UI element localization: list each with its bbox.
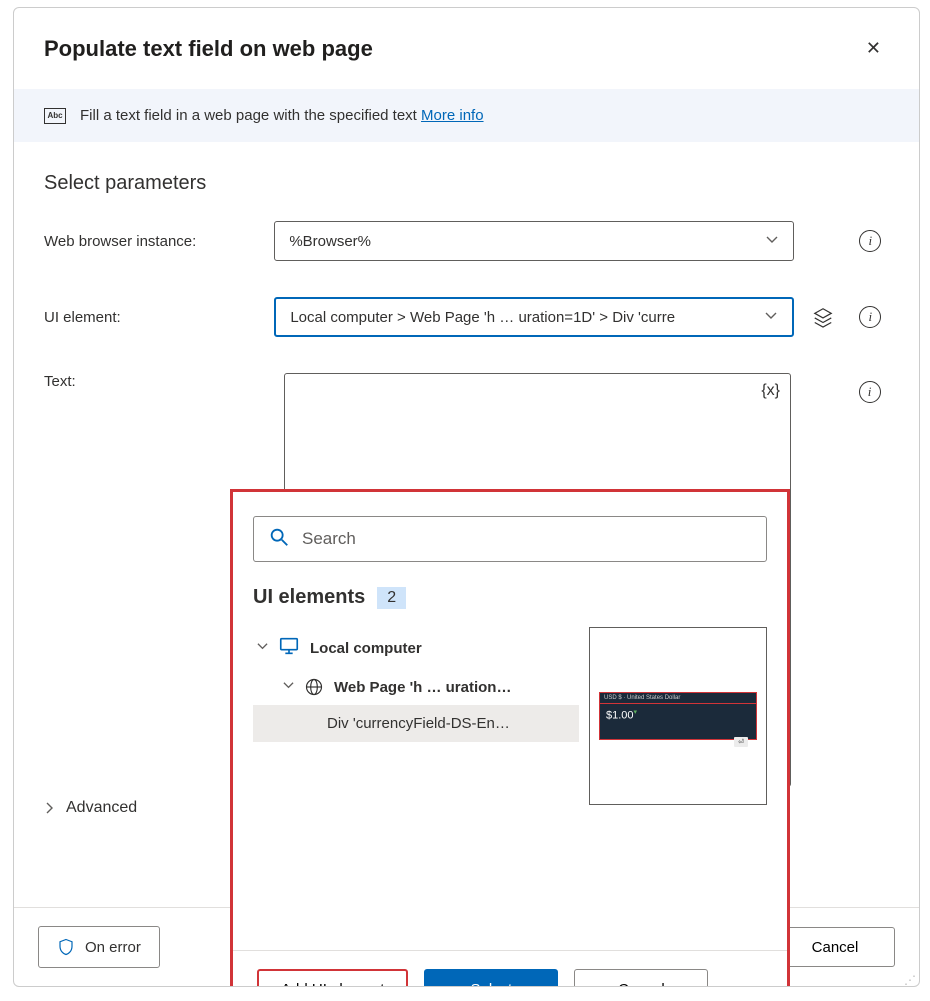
globe-icon — [304, 677, 324, 697]
section-heading: Select parameters — [44, 172, 889, 195]
more-info-link[interactable]: More info — [421, 107, 484, 124]
param-label: Web browser instance: — [44, 233, 264, 250]
select-button[interactable]: Select — [424, 969, 558, 987]
preview-thumbnail: USD $ · United States Dollar $1.00▾ ⏎ — [599, 692, 757, 740]
chevron-down-icon[interactable] — [283, 680, 294, 694]
close-icon[interactable]: ✕ — [858, 30, 889, 67]
info-icon[interactable]: i — [859, 306, 881, 328]
search-input[interactable]: Search — [253, 516, 767, 562]
advanced-toggle[interactable]: Advanced — [44, 799, 137, 817]
layers-icon[interactable] — [804, 306, 841, 328]
cancel-button[interactable]: Cancel — [775, 927, 895, 967]
preview-amount: $1.00▾ — [600, 704, 756, 726]
tree-leaf-label: Div 'currencyField-DS-En… — [327, 715, 510, 732]
search-placeholder: Search — [302, 529, 356, 549]
ui-element-tree: Local computer Web Page 'h … uration… Di… — [253, 627, 579, 742]
tree-root[interactable]: Local computer — [253, 627, 579, 669]
popup-cancel-button[interactable]: Cancel — [574, 969, 708, 987]
chevron-right-icon — [44, 802, 56, 814]
advanced-label: Advanced — [66, 799, 137, 817]
dialog: Populate text field on web page ✕ Abc Fi… — [13, 7, 920, 987]
tree-page-label: Web Page 'h … uration… — [334, 679, 511, 696]
variable-picker-icon[interactable]: {x} — [761, 382, 780, 400]
keyboard-icon: ⏎ — [734, 737, 748, 747]
popup-footer: Add UI element Select Cancel — [253, 951, 767, 987]
banner-text: Fill a text field in a web page with the… — [80, 107, 484, 124]
preview-caption: USD $ · United States Dollar — [600, 693, 756, 704]
tree-leaf[interactable]: Div 'currencyField-DS-En… — [253, 705, 579, 742]
monitor-icon — [278, 635, 300, 661]
on-error-label: On error — [85, 939, 141, 956]
info-icon[interactable]: i — [859, 230, 881, 252]
param-ui-row: UI element: Local computer > Web Page 'h… — [44, 297, 889, 337]
ui-element-value: Local computer > Web Page 'h … uration=1… — [290, 309, 675, 326]
dialog-body: Select parameters Web browser instance: … — [14, 142, 919, 907]
element-preview: USD $ · United States Dollar $1.00▾ ⏎ — [589, 627, 767, 805]
resize-grip-icon[interactable]: ⋰ — [904, 977, 916, 983]
chevron-down-icon — [764, 309, 778, 326]
browser-value: %Browser% — [289, 233, 371, 250]
browser-dropdown[interactable]: %Browser% — [274, 221, 794, 261]
tree-root-label: Local computer — [310, 640, 422, 657]
info-banner: Abc Fill a text field in a web page with… — [14, 89, 919, 142]
dialog-title: Populate text field on web page — [44, 36, 373, 62]
ui-element-picker-popup: Search UI elements 2 Local computer — [230, 489, 790, 987]
param-label: UI element: — [44, 309, 264, 326]
ui-element-dropdown[interactable]: Local computer > Web Page 'h … uration=1… — [274, 297, 794, 337]
dialog-header: Populate text field on web page ✕ — [14, 8, 919, 89]
ui-elements-heading: UI elements 2 — [253, 586, 767, 609]
chevron-down-icon — [765, 233, 779, 250]
chevron-down-icon[interactable] — [257, 641, 268, 655]
tree-page[interactable]: Web Page 'h … uration… — [253, 669, 579, 705]
count-badge: 2 — [377, 587, 406, 609]
add-ui-element-button[interactable]: Add UI element — [257, 969, 408, 987]
shield-icon — [57, 938, 75, 956]
param-browser-row: Web browser instance: %Browser% i — [44, 221, 889, 261]
abc-icon: Abc — [44, 108, 66, 124]
on-error-button[interactable]: On error — [38, 926, 160, 968]
info-icon[interactable]: i — [859, 381, 881, 403]
search-icon — [268, 526, 290, 553]
param-label: Text: — [44, 373, 274, 390]
